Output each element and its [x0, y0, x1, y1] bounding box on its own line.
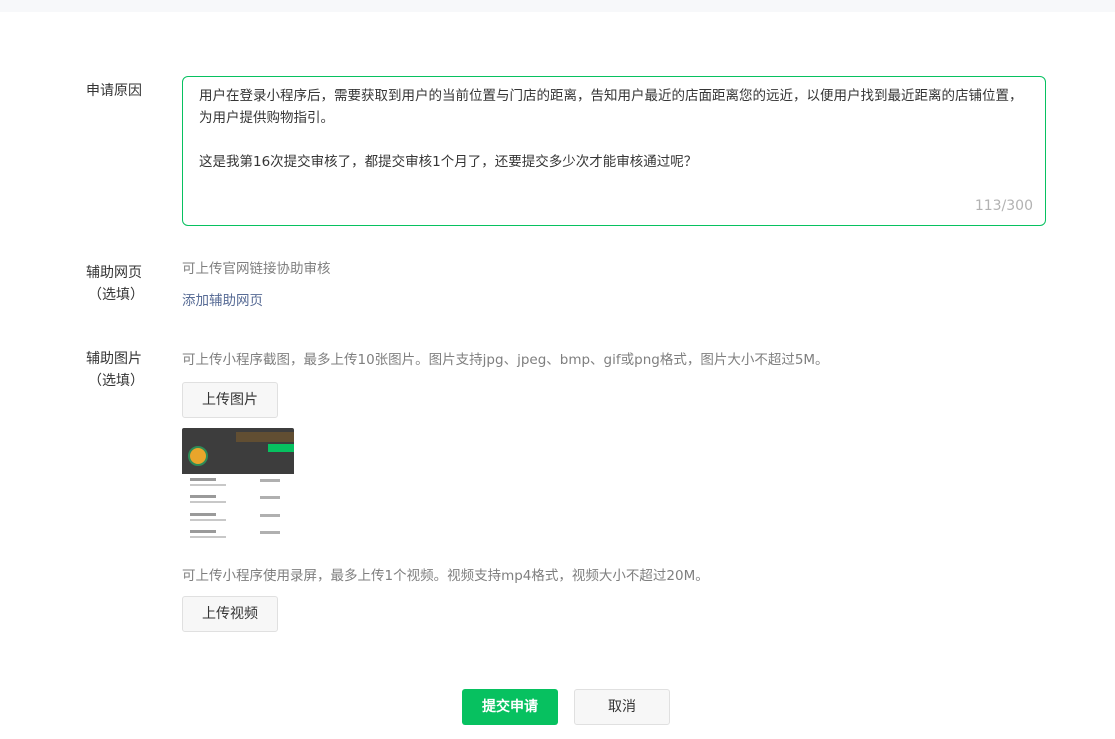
reason-label: 申请原因 [86, 83, 142, 99]
submit-button[interactable]: 提交申请 [462, 689, 558, 725]
char-counter: 113/300 [974, 198, 1033, 214]
webpage-hint: 可上传官网链接协助审核 [182, 261, 331, 277]
upload-image-button[interactable]: 上传图片 [182, 382, 278, 418]
reason-textarea[interactable]: 用户在登录小程序后，需要获取到用户的当前位置与门店的距离，告知用户最近的店面距离… [182, 76, 1046, 226]
video-hint: 可上传小程序使用录屏，最多上传1个视频。视频支持mp4格式，视频大小不超过20M… [182, 568, 709, 584]
thumbnail-row [190, 530, 286, 540]
images-optional: （选填） [88, 373, 144, 389]
thumbnail-row [190, 495, 286, 505]
reason-text[interactable]: 用户在登录小程序后，需要获取到用户的当前位置与门店的距离，告知用户最近的店面距离… [199, 85, 1035, 173]
webpage-optional: （选填） [88, 287, 144, 303]
images-label: 辅助图片 （选填） [86, 348, 144, 392]
store-logo-icon [188, 446, 208, 466]
upload-video-button[interactable]: 上传视频 [182, 596, 278, 632]
thumbnail-row [190, 513, 286, 523]
uploaded-image-thumbnail[interactable] [182, 428, 294, 540]
images-hint: 可上传小程序截图，最多上传10张图片。图片支持jpg、jpeg、bmp、gif或… [182, 352, 829, 368]
cancel-button[interactable]: 取消 [574, 689, 670, 725]
top-bar [0, 0, 1115, 12]
add-webpage-link[interactable]: 添加辅助网页 [182, 291, 263, 311]
thumbnail-tag [268, 444, 294, 452]
thumbnail-row [190, 478, 286, 488]
webpage-label: 辅助网页 （选填） [86, 262, 144, 306]
